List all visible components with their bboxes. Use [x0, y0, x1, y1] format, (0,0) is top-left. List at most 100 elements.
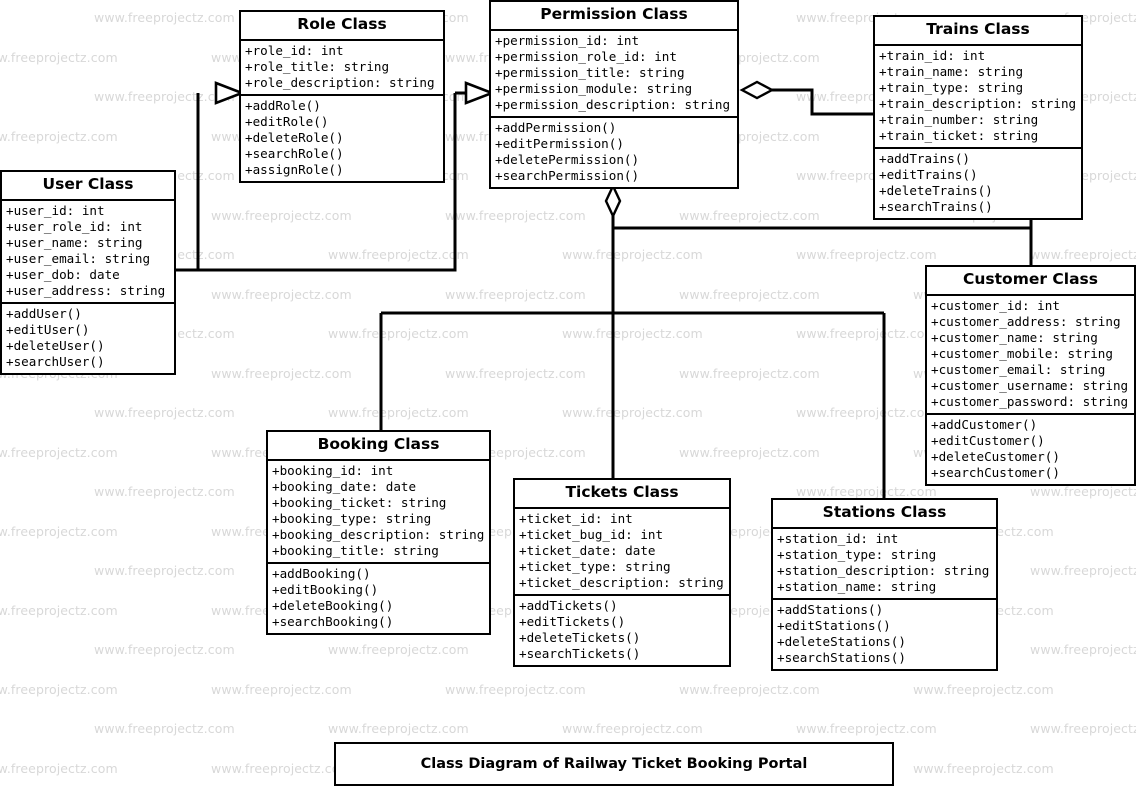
- class-attributes-stations: +station_id: int +station_type: string +st…: [773, 529, 996, 600]
- attribute-row: +customer_password: string: [931, 393, 1129, 409]
- watermark-text: www.freeprojectz.com: [328, 247, 469, 262]
- attribute-row: +booking_description: string: [272, 526, 485, 542]
- class-box-role[interactable]: Role Class +role_id: int +role_title: str…: [239, 10, 445, 183]
- method-row: +addBooking(): [272, 565, 371, 581]
- attribute-row: +customer_mobile: string: [931, 345, 1113, 361]
- watermark-text: www.freeprojectz.com: [913, 681, 1054, 697]
- watermark-text: www.freeprojectz.com: [679, 444, 820, 460]
- attribute-row: +permission_id: int: [495, 32, 640, 48]
- attribute-row: +booking_ticket: string: [272, 494, 447, 510]
- attribute-row: +permission_title: string: [495, 64, 685, 80]
- watermark-text: www.freeprojectz.com: [1030, 247, 1136, 262]
- attribute-row: +station_description: string: [777, 562, 990, 578]
- attribute-row: +train_id: int: [879, 47, 986, 63]
- watermark-text: www.freeprojectz.com: [0, 10, 1, 25]
- method-row: +editStations(): [777, 617, 891, 633]
- watermark-text: www.freeprojectz.com: [94, 405, 235, 420]
- attribute-row: +user_role_id: int: [6, 218, 143, 234]
- watermark-text: www.freeprojectz.com: [94, 563, 235, 578]
- watermark-text: www.freeprojectz.com: [0, 523, 118, 539]
- class-title-user: User Class: [2, 172, 174, 201]
- watermark-text: www.freeprojectz.com: [796, 247, 937, 262]
- class-methods-customer: +addCustomer() +editCustomer() +deleteCust…: [927, 415, 1134, 484]
- attribute-row: +train_number: string: [879, 111, 1039, 127]
- class-methods-stations: +addStations() +editStations() +deleteStat…: [773, 600, 996, 669]
- class-diagram-canvas: www.freeprojectz.com www.freeprojectz.com…: [0, 0, 1136, 792]
- class-methods-user: +addUser() +editUser() +deleteUser() +searc…: [2, 304, 174, 373]
- class-attributes-permission: +permission_id: int +permission_role_id: …: [491, 31, 737, 118]
- watermark-text: www.freeprojectz.com: [562, 405, 703, 420]
- watermark-text: www.freeprojectz.com: [0, 681, 118, 697]
- watermark-text: www.freeprojectz.com: [445, 365, 586, 381]
- class-title-tickets: Tickets Class: [515, 480, 729, 509]
- attribute-row: +permission_role_id: int: [495, 48, 677, 64]
- method-row: +searchPermission(): [495, 167, 640, 183]
- method-row: +searchBooking(): [272, 613, 394, 629]
- aggregation-diamond-permission-trains: [739, 80, 775, 100]
- attribute-row: +booking_type: string: [272, 510, 432, 526]
- watermark-text: www.freeprojectz.com: [211, 681, 352, 697]
- class-box-booking[interactable]: Booking Class +booking_id: int +booking_d…: [266, 430, 491, 635]
- diagram-caption-text: Class Diagram of Railway Ticket Booking …: [420, 756, 808, 772]
- method-row: +deletePermission(): [495, 151, 640, 167]
- attribute-row: +user_dob: date: [6, 266, 120, 282]
- watermark-text: www.freeprojectz.com: [445, 286, 586, 302]
- class-attributes-tickets: +ticket_id: int +ticket_bug_id: int +ticke…: [515, 509, 729, 596]
- class-methods-permission: +addPermission() +editPermission() +delete…: [491, 118, 737, 187]
- watermark-text: www.freeprojectz.com: [211, 286, 352, 302]
- watermark-text: www.freeprojectz.com: [94, 484, 235, 499]
- method-row: +deleteCustomer(): [931, 448, 1060, 464]
- attribute-row: +customer_username: string: [931, 377, 1129, 393]
- class-title-customer: Customer Class: [927, 267, 1134, 296]
- watermark-text: www.freeprojectz.com: [328, 721, 469, 736]
- method-row: +editRole(): [245, 113, 329, 129]
- attribute-row: +ticket_description: string: [519, 574, 724, 590]
- method-row: +addTrains(): [879, 150, 970, 166]
- class-methods-role: +addRole() +editRole() +deleteRole() +searc…: [241, 96, 443, 181]
- watermark-text: www.freeprojectz.com: [94, 721, 235, 736]
- attribute-row: +role_id: int: [245, 42, 344, 58]
- attribute-row: +booking_id: int: [272, 462, 394, 478]
- method-row: +editTrains(): [879, 166, 978, 182]
- watermark-text: www.freeprojectz.com: [0, 128, 118, 144]
- method-row: +addUser(): [6, 305, 82, 321]
- watermark-text: www.freeprojectz.com: [328, 326, 469, 341]
- method-row: +searchStations(): [777, 649, 906, 665]
- class-box-tickets[interactable]: Tickets Class +ticket_id: int +ticket_bug…: [513, 478, 731, 667]
- watermark-text: www.freeprojectz.com: [562, 721, 703, 736]
- method-row: +editUser(): [6, 321, 90, 337]
- class-box-stations[interactable]: Stations Class +station_id: int +station_…: [771, 498, 998, 671]
- watermark-text: www.freeprojectz.com: [0, 89, 1, 104]
- method-row: +addTickets(): [519, 597, 618, 613]
- class-title-role: Role Class: [241, 12, 443, 41]
- watermark-text: www.freeprojectz.com: [94, 642, 235, 657]
- attribute-row: +train_name: string: [879, 63, 1024, 79]
- attribute-row: +user_name: string: [6, 234, 143, 250]
- watermark-text: www.freeprojectz.com: [0, 563, 1, 578]
- watermark-text: www.freeprojectz.com: [1030, 563, 1136, 578]
- method-row: +deleteUser(): [6, 337, 105, 353]
- class-box-permission[interactable]: Permission Class +permission_id: int +per…: [489, 0, 739, 189]
- class-attributes-user: +user_id: int +user_role_id: int +user_nam…: [2, 201, 174, 304]
- class-box-trains[interactable]: Trains Class +train_id: int +train_name: …: [873, 15, 1083, 220]
- attribute-row: +booking_title: string: [272, 542, 439, 558]
- watermark-text: www.freeprojectz.com: [679, 681, 820, 697]
- watermark-text: www.freeprojectz.com: [679, 286, 820, 302]
- attribute-row: +ticket_date: date: [519, 542, 656, 558]
- method-row: +deleteBooking(): [272, 597, 394, 613]
- method-row: +searchTickets(): [519, 645, 641, 661]
- method-row: +searchRole(): [245, 145, 344, 161]
- class-attributes-trains: +train_id: int +train_name: string +train_…: [875, 46, 1081, 149]
- method-row: +editPermission(): [495, 135, 624, 151]
- edge-user-role: [176, 93, 200, 272]
- attribute-row: +ticket_type: string: [519, 558, 671, 574]
- method-row: +editTickets(): [519, 613, 626, 629]
- class-box-customer[interactable]: Customer Class +customer_id: int +custome…: [925, 265, 1136, 486]
- watermark-text: www.freeprojectz.com: [445, 207, 586, 223]
- attribute-row: +customer_email: string: [931, 361, 1106, 377]
- watermark-text: www.freeprojectz.com: [0, 484, 1, 499]
- attribute-row: +station_type: string: [777, 546, 937, 562]
- method-row: +deleteRole(): [245, 129, 344, 145]
- class-box-user[interactable]: User Class +user_id: int +user_role_id: i…: [0, 170, 176, 375]
- class-attributes-booking: +booking_id: int +booking_date: date +book…: [268, 461, 489, 564]
